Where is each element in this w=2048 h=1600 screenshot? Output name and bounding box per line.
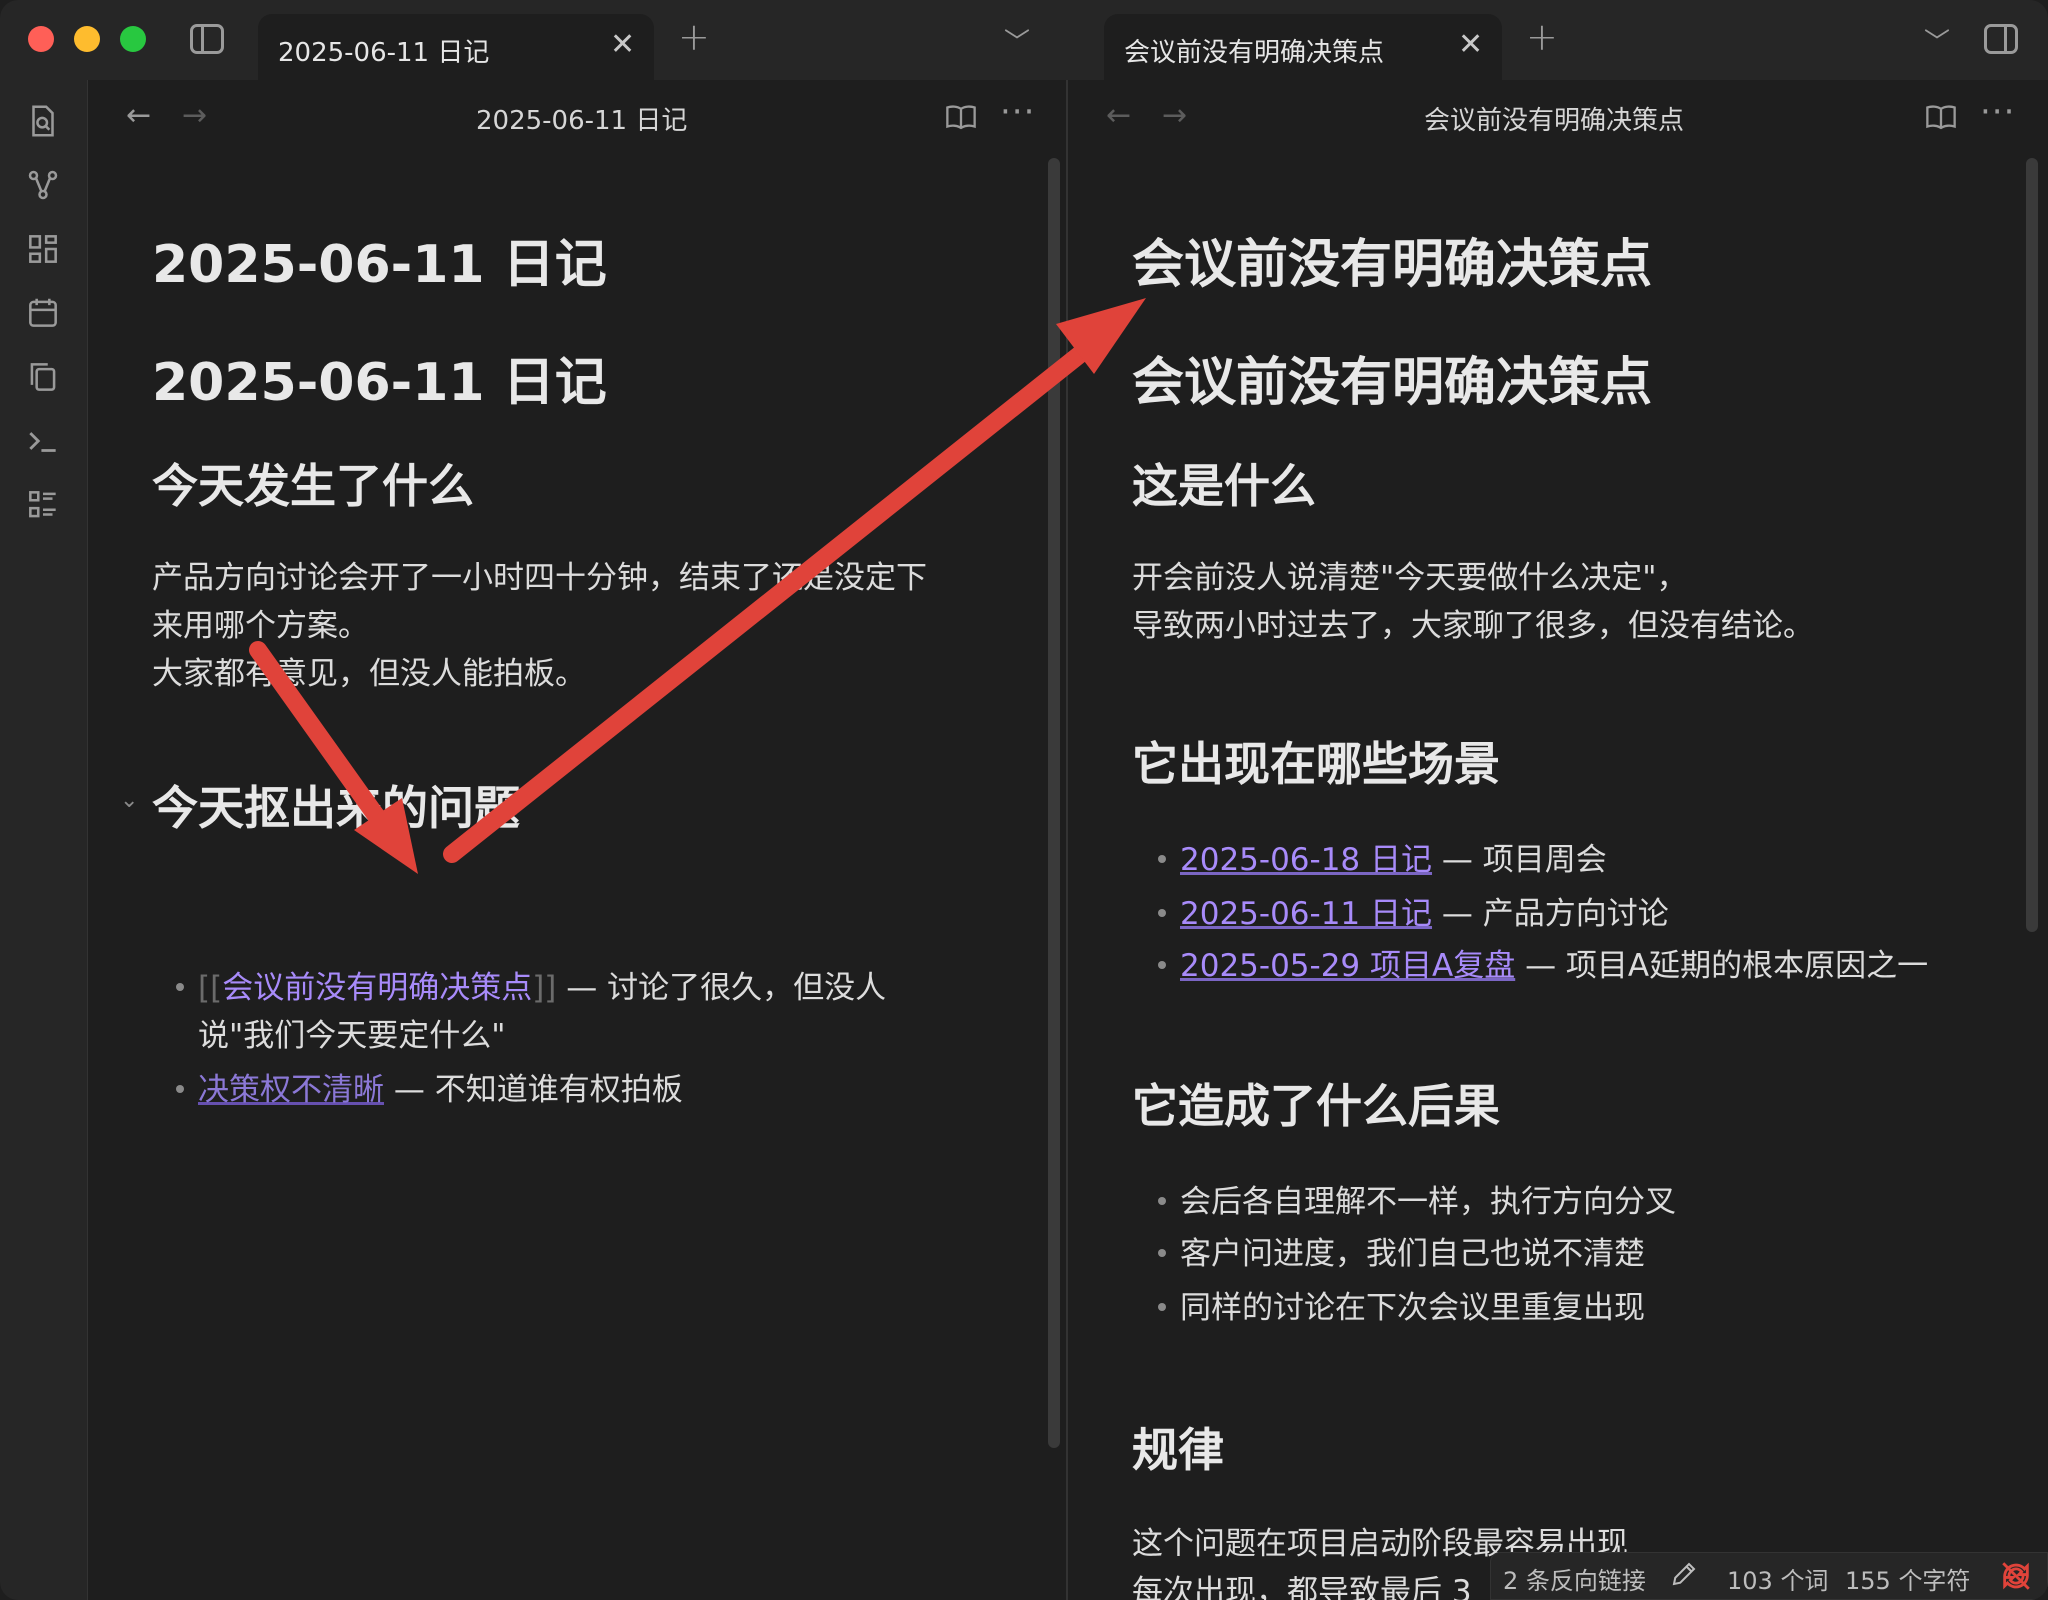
pane-header: ← → 2025-06-11 日记 ··· <box>88 80 1066 154</box>
app-window: 2025-06-11 日记 ✕ + ﹀ 会议前没有明确决策点 ✕ + ﹀ ← →… <box>0 0 2048 1600</box>
paragraph-line: 每次出现，都导致最后 3 <box>1132 1574 1472 1600</box>
wiki-bracket-close: ]] <box>532 970 557 1006</box>
bullet-dot <box>1158 1302 1166 1311</box>
heading-issues: 今天抠出来的问题 <box>152 781 520 835</box>
bullet-dot <box>176 982 184 991</box>
heading-1: 会议前没有明确决策点 <box>1132 353 1653 413</box>
fold-chevron-icon[interactable]: ⌄ <box>120 788 138 813</box>
sync-error-icon[interactable] <box>1999 1559 2033 1593</box>
paragraph-line: 导致两小时过去了，大家聊了很多，但没有结论。 <box>1132 608 1814 644</box>
heading-today: 今天发生了什么 <box>152 459 474 513</box>
close-window-button[interactable] <box>28 26 54 52</box>
new-tab-icon[interactable]: + <box>678 18 710 56</box>
pane-title[interactable]: 会议前没有明确决策点 <box>1424 100 1684 137</box>
list-item: 决策权不清晰 — 不知道谁有权拍板 <box>176 1066 683 1114</box>
more-options-icon[interactable]: ··· <box>1980 92 2015 132</box>
heading-what: 这是什么 <box>1132 459 1316 513</box>
heading-1: 2025-06-11 日记 <box>152 353 607 413</box>
list-item: 2025-06-18 日记 — 项目周会 <box>1158 836 1607 884</box>
backlink-2025-05-29[interactable]: 2025-05-29 项目A复盘 <box>1180 948 1515 984</box>
ribbon <box>0 80 88 1600</box>
tab-label: 2025-06-11 日记 <box>278 38 490 68</box>
left-sidebar-toggle-icon[interactable] <box>190 24 224 54</box>
more-options-icon[interactable]: ··· <box>1000 92 1035 132</box>
inline-title[interactable]: 会议前没有明确决策点 <box>1132 222 1652 297</box>
right-sidebar-toggle-icon[interactable] <box>1984 24 2018 54</box>
paragraph-line: 产品方向讨论会开了一小时四十分钟，结束了还是没定下 <box>152 560 927 596</box>
list-item: 会后各自理解不一样，执行方向分叉 <box>1158 1178 1676 1226</box>
tab-daily-note[interactable]: 2025-06-11 日记 ✕ <box>258 14 654 80</box>
paragraph-line: 开会前没人说清楚"今天要做什么决定"， <box>1132 560 1688 596</box>
canvas-icon[interactable] <box>24 230 62 268</box>
right-editor-pane: ← → 会议前没有明确决策点 ··· 会议前没有明确决策点 会议前没有明确决策点… <box>1070 80 2048 1600</box>
forward-arrow-icon[interactable]: → <box>1162 98 1187 133</box>
list-item-text: — 不知道谁有权拍板 <box>384 1072 683 1108</box>
paragraph-line: 大家都有意见，但没人能拍板。 <box>152 656 586 692</box>
bullet-dot <box>176 1084 184 1093</box>
copy-icon[interactable] <box>24 358 62 396</box>
back-arrow-icon[interactable]: ← <box>1106 98 1131 133</box>
heading-pattern: 规律 <box>1132 1423 1224 1477</box>
left-editor-pane: ← → 2025-06-11 日记 ··· 2025-06-11 日记 2025… <box>88 80 1068 1600</box>
heading-effects: 它造成了什么后果 <box>1132 1079 1500 1133</box>
backlink-2025-06-11[interactable]: 2025-06-11 日记 <box>1180 896 1432 932</box>
list-item: [[会议前没有明确决策点]] — 讨论了很久，但没人 <box>176 964 886 1012</box>
backlinks-count[interactable]: 2 条反向链接 <box>1503 1561 1646 1596</box>
wiki-link-decision-point[interactable]: 会议前没有明确决策点 <box>222 970 532 1006</box>
pane-header: ← → 会议前没有明确决策点 ··· <box>1070 80 2048 154</box>
list-item: 2025-06-11 日记 — 产品方向讨论 <box>1158 890 1669 938</box>
list-item-text: 同样的讨论在下次会议里重复出现 <box>1180 1290 1645 1326</box>
wiki-link-decision-rights[interactable]: 决策权不清晰 <box>198 1072 384 1108</box>
chevron-down-icon[interactable]: ﹀ <box>1004 22 1030 59</box>
list-item-text: — 产品方向讨论 <box>1432 896 1669 932</box>
pencil-icon[interactable] <box>1669 1559 1699 1589</box>
paragraph-line: 来用哪个方案。 <box>152 608 369 644</box>
tab-label: 会议前没有明确决策点 <box>1124 38 1385 68</box>
forward-arrow-icon[interactable]: → <box>182 98 207 133</box>
wiki-bracket-open: [[ <box>198 970 223 1006</box>
list-item: 客户问进度，我们自己也说不清楚 <box>1158 1230 1645 1278</box>
close-tab-icon[interactable]: ✕ <box>610 30 635 60</box>
pane-title[interactable]: 2025-06-11 日记 <box>476 100 687 137</box>
backlink-2025-06-18[interactable]: 2025-06-18 日记 <box>1180 842 1432 878</box>
list-item: 2025-05-29 项目A复盘 — 项目A延期的根本原因之一 <box>1158 942 1928 990</box>
terminal-icon[interactable] <box>24 422 62 460</box>
list-item-text: — 项目A延期的根本原因之一 <box>1515 948 1929 984</box>
bullet-dot <box>1158 960 1166 969</box>
reading-view-icon[interactable] <box>1924 102 1958 132</box>
list-item-continuation: 说"我们今天要定什么" <box>198 1018 506 1054</box>
inline-title[interactable]: 2025-06-11 日记 <box>152 222 607 297</box>
close-tab-icon[interactable]: ✕ <box>1458 30 1483 60</box>
tab-concept-note[interactable]: 会议前没有明确决策点 ✕ <box>1104 14 1502 80</box>
list-item-text: 客户问进度，我们自己也说不清楚 <box>1180 1236 1645 1272</box>
list-item-text: — 项目周会 <box>1432 842 1607 878</box>
tab-bar: 2025-06-11 日记 ✕ + ﹀ 会议前没有明确决策点 ✕ + ﹀ <box>0 0 2048 80</box>
file-search-icon[interactable] <box>24 102 62 140</box>
word-count: 103 个词 <box>1727 1567 1829 1595</box>
graph-icon[interactable] <box>24 166 62 204</box>
status-bar: 2 条反向链接 103 个词 155 个字符 <box>1490 1552 2048 1600</box>
calendar-icon[interactable] <box>24 294 62 332</box>
reading-view-icon[interactable] <box>944 102 978 132</box>
character-count: 155 个字符 <box>1845 1567 1971 1595</box>
bullet-dot <box>1158 908 1166 917</box>
list-item-text: 会后各自理解不一样，执行方向分叉 <box>1180 1184 1676 1220</box>
scrollbar[interactable] <box>1048 158 1060 1448</box>
back-arrow-icon[interactable]: ← <box>126 98 151 133</box>
task-list-icon[interactable] <box>24 486 62 524</box>
chevron-down-icon[interactable]: ﹀ <box>1924 22 1950 59</box>
new-tab-icon[interactable]: + <box>1526 18 1558 56</box>
list-item-text: — 讨论了很久，但没人 <box>556 970 887 1006</box>
scrollbar[interactable] <box>2026 158 2038 932</box>
minimize-window-button[interactable] <box>74 26 100 52</box>
bullet-dot <box>1158 1248 1166 1257</box>
bullet-dot <box>1158 854 1166 863</box>
heading-scenes: 它出现在哪些场景 <box>1132 737 1500 791</box>
bullet-dot <box>1158 1196 1166 1205</box>
list-item: 同样的讨论在下次会议里重复出现 <box>1158 1284 1645 1332</box>
maximize-window-button[interactable] <box>120 26 146 52</box>
